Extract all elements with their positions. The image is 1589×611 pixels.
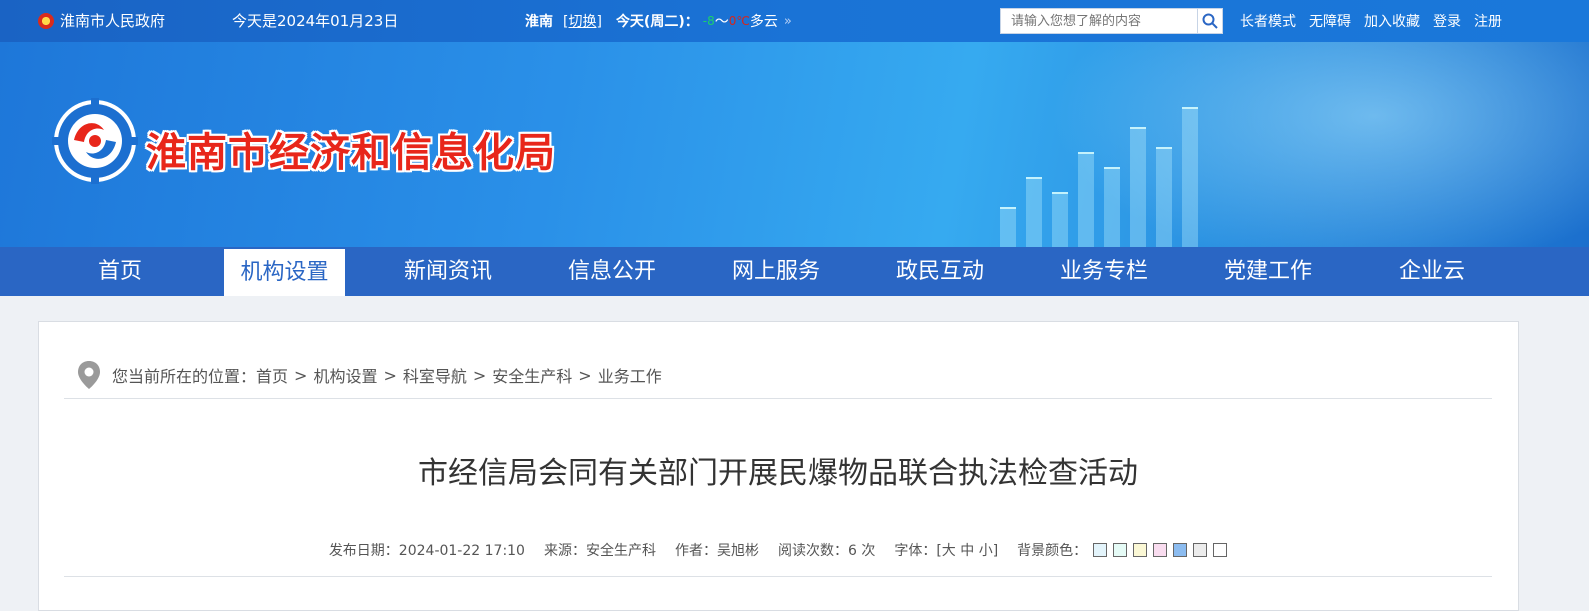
- today-label: 今天(周二)：: [615, 14, 699, 30]
- today-date: 今天是2024年01月23日: [232, 12, 399, 30]
- breadcrumb-business-work[interactable]: 业务工作: [598, 363, 662, 387]
- bg-color-swatch[interactable]: [1213, 543, 1228, 557]
- bg-color-label: 背景颜色：: [1017, 543, 1088, 559]
- article-author: 作者：吴旭彬: [674, 543, 759, 559]
- nav-item-organization[interactable]: 机构设置: [224, 249, 345, 296]
- breadcrumb-department-nav[interactable]: 科室导航: [403, 363, 467, 387]
- nav-item-party[interactable]: 党建工作: [1208, 247, 1328, 296]
- weather-desc: 多云: [749, 14, 778, 30]
- breadcrumb: 您当前所在的位置： 首页 > 机构设置 > 科室导航 > 安全生产科 > 业务工…: [76, 360, 662, 390]
- bg-color-swatch[interactable]: [1113, 543, 1128, 557]
- bg-color-swatch[interactable]: [1193, 543, 1208, 557]
- bg-color-swatch[interactable]: [1093, 543, 1108, 557]
- temp-low: -8: [702, 14, 715, 28]
- nav-item-enterprise-cloud[interactable]: 企业云: [1382, 247, 1482, 296]
- temp-separator: 〜: [714, 14, 729, 30]
- search-input[interactable]: [1000, 8, 1198, 34]
- read-count: 阅读次数：6 次: [777, 543, 876, 559]
- accessibility-link[interactable]: 无障碍: [1309, 11, 1351, 31]
- breadcrumb-safety-section[interactable]: 安全生产科: [492, 363, 572, 387]
- site-title[interactable]: 淮南市经济和信息化局: [146, 120, 556, 178]
- top-links: 长者模式 无障碍 加入收藏 登录 注册: [1240, 11, 1502, 31]
- search-icon: [1202, 13, 1218, 29]
- breadcrumb-home[interactable]: 首页: [256, 363, 288, 387]
- login-link[interactable]: 登录: [1433, 11, 1461, 31]
- bureau-logo-icon[interactable]: [52, 98, 138, 184]
- breadcrumb-separator: >: [294, 365, 308, 385]
- bg-color-swatch[interactable]: [1133, 543, 1148, 557]
- article-title: 市经信局会同有关部门开展民爆物品联合执法检查活动: [418, 456, 1138, 491]
- nav-item-info-disclosure[interactable]: 信息公开: [552, 247, 672, 296]
- article-meta: 发布日期：2024-01-22 17:10 来源：安全生产科 作者：吴旭彬 阅读…: [64, 540, 1492, 560]
- temp-high: 0℃: [728, 14, 750, 28]
- nav-item-business[interactable]: 业务专栏: [1044, 247, 1164, 296]
- nav-item-home[interactable]: 首页: [70, 247, 170, 296]
- weather-widget: 淮南 [切换] 今天(周二)： -8 〜 0℃ 多云 »: [525, 11, 792, 31]
- article-source: 来源：安全生产科: [543, 543, 656, 559]
- nav-item-interaction[interactable]: 政民互动: [880, 247, 1000, 296]
- search-box: [1000, 8, 1223, 34]
- publish-date: 发布日期：2024-01-22 17:10: [328, 543, 525, 559]
- header-banner: 淮南市经济和信息化局: [0, 42, 1589, 247]
- location-pin-icon: [78, 361, 100, 389]
- divider: [64, 576, 1492, 577]
- breadcrumb-organization[interactable]: 机构设置: [313, 363, 377, 387]
- gov-name: 淮南市人民政府: [60, 12, 166, 30]
- breadcrumb-separator: >: [578, 365, 592, 385]
- breadcrumb-separator: >: [472, 365, 487, 385]
- register-link[interactable]: 注册: [1474, 11, 1502, 31]
- font-size-switch[interactable]: 字体：[大 中 小]: [894, 540, 998, 560]
- gov-link[interactable]: 淮南市人民政府: [38, 10, 165, 31]
- city-switch-link[interactable]: [切换]: [563, 11, 602, 31]
- search-button[interactable]: [1198, 8, 1223, 34]
- bg-color-swatch[interactable]: [1173, 543, 1188, 557]
- breadcrumb-separator: >: [383, 365, 397, 385]
- nav-item-online-service[interactable]: 网上服务: [716, 247, 836, 296]
- nav-item-news[interactable]: 新闻资讯: [388, 247, 508, 296]
- main-nav: 首页 机构设置 新闻资讯 信息公开 网上服务 政民互动 业务专栏 党建工作 企业…: [0, 247, 1589, 296]
- banner-decoration: [1000, 107, 1198, 247]
- elder-mode-link[interactable]: 长者模式: [1240, 11, 1296, 31]
- city-name: 淮南: [525, 14, 553, 30]
- add-favorite-link[interactable]: 加入收藏: [1364, 11, 1420, 31]
- bg-color-swatch[interactable]: [1153, 543, 1168, 557]
- breadcrumb-prefix: 您当前所在的位置：: [112, 367, 257, 386]
- divider: [64, 398, 1492, 399]
- top-bar: 淮南市人民政府 今天是2024年01月23日 淮南 [切换] 今天(周二)： -…: [0, 0, 1589, 42]
- double-chevron-right-icon[interactable]: »: [784, 14, 792, 29]
- national-emblem-icon: [38, 12, 54, 29]
